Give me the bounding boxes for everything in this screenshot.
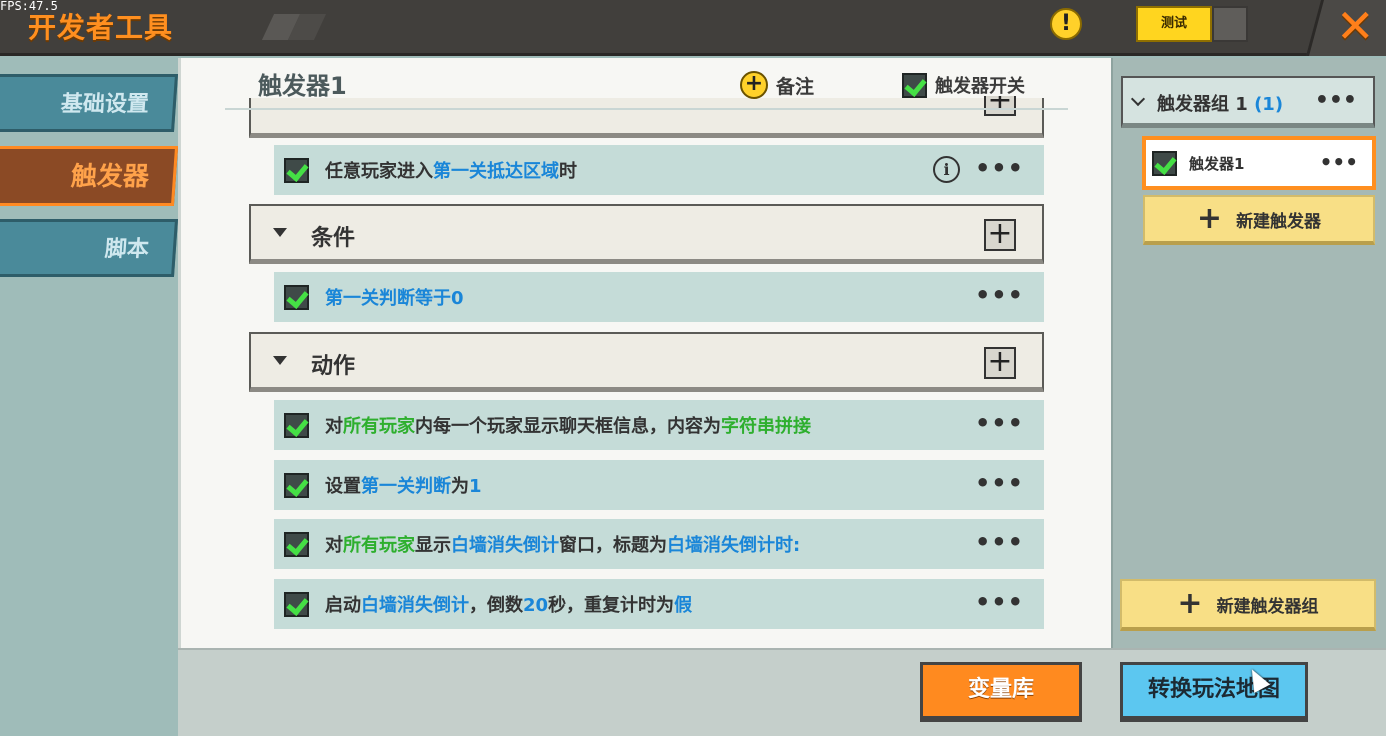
collapse-arrow-icon[interactable] [273,356,287,365]
nav-item-triggers[interactable]: 触发器 [0,146,179,206]
trigger-group-header[interactable]: 触发器组 1 (1) ••• [1121,76,1375,128]
plus-circle-icon: + [740,71,768,99]
more-icon[interactable]: ••• [975,408,1024,438]
new-trigger-label: 新建触发器 [1236,211,1322,232]
action-param-link[interactable]: 白墙消失倒计时: [667,535,800,556]
title-divider [225,108,1068,110]
nav-item-basic-settings[interactable]: 基础设置 [0,74,179,132]
action-param-link[interactable]: 白墙消失倒计 [361,595,469,616]
section-header-actions[interactable]: 动作 + [249,332,1044,392]
action-param-link[interactable]: 字符串拼接 [721,416,811,437]
trigger-list-item[interactable]: 触发器1 ••• [1142,136,1376,190]
condition-param-link[interactable]: 第一关判断等于0 [325,284,464,310]
test-toggle[interactable] [1212,6,1248,42]
plus-icon: + [1196,201,1223,236]
add-event-button[interactable]: + [984,96,1016,116]
more-icon[interactable]: ••• [975,280,1024,310]
close-icon[interactable]: ✕ [1336,2,1375,50]
more-icon[interactable]: ••• [975,527,1024,557]
action-param-link[interactable]: 白墙消失倒计 [451,535,559,556]
checkbox-icon[interactable] [1152,150,1177,176]
checkbox-icon[interactable] [284,284,309,310]
panel-title: 触发器1 [258,72,347,100]
action-text: 对所有玩家显示白墙消失倒计窗口，标题为白墙消失倒计时: [325,535,801,556]
action-text: 对所有玩家内每一个玩家显示聊天框信息，内容为字符串拼接 [325,416,811,437]
nav-item-scripts[interactable]: 脚本 [0,219,179,277]
app-title: 开发者工具 [28,11,174,44]
more-icon[interactable]: ••• [975,468,1024,498]
action-text: 设置第一关判断为1 [325,476,482,497]
action-text: 启动白墙消失倒计，倒数20秒，重复计时为假 [325,595,693,616]
action-param-link[interactable]: 第一关判断 [361,476,451,497]
plus-icon: + [1177,586,1203,621]
checkbox-icon[interactable] [284,591,309,617]
checkbox-icon[interactable] [284,472,309,498]
event-row[interactable]: 任意玩家进入第一关抵达区域时 i ••• [274,145,1044,195]
trigger-group-name: 触发器组 1 (1) [1157,94,1284,115]
section-title-actions: 动作 [311,354,356,379]
add-condition-button[interactable]: + [984,219,1016,251]
add-action-button[interactable]: + [984,347,1016,379]
add-note-button[interactable]: + 备注 [740,70,814,100]
checkbox-icon[interactable] [284,412,309,438]
action-param-link[interactable]: 所有玩家 [343,416,415,437]
event-text: 任意玩家进入第一关抵达区域时 [325,161,577,182]
new-trigger-button[interactable]: + 新建触发器 [1143,195,1375,245]
note-label: 备注 [776,75,815,98]
condition-row[interactable]: 第一关判断等于0 ••• [274,272,1044,322]
action-param-link[interactable]: 所有玩家 [343,535,415,556]
action-row[interactable]: 设置第一关判断为1 ••• [274,460,1044,510]
action-row[interactable]: 对所有玩家内每一个玩家显示聊天框信息，内容为字符串拼接 ••• [274,400,1044,450]
new-trigger-group-label: 新建触发器组 [1216,596,1319,617]
info-icon[interactable]: i [933,156,960,183]
action-row[interactable]: 对所有玩家显示白墙消失倒计窗口，标题为白墙消失倒计时: ••• [274,519,1044,569]
trigger-switch[interactable]: 触发器开关 [902,72,1025,98]
checkbox-icon[interactable] [902,72,927,98]
variable-library-button[interactable]: 变量库 [920,662,1082,722]
more-icon[interactable]: ••• [975,153,1024,183]
event-param-link[interactable]: 第一关抵达区域 [433,161,559,182]
section-title-conditions: 条件 [311,226,356,251]
warning-icon[interactable]: ! [1050,8,1082,40]
section-header-events: 事件 + [249,96,1044,138]
section-header-conditions[interactable]: 条件 + [249,204,1044,264]
new-trigger-group-button[interactable]: + 新建触发器组 [1120,579,1376,631]
trigger-item-label: 触发器1 [1189,154,1245,173]
more-icon[interactable]: ••• [975,587,1024,617]
trigger-group-count: (1) [1254,94,1284,115]
action-param-link[interactable]: 1 [469,476,482,497]
convert-map-button[interactable]: 转换玩法地图 [1120,662,1308,722]
more-icon[interactable]: ••• [1320,150,1358,174]
action-row[interactable]: 启动白墙消失倒计，倒数20秒，重复计时为假 ••• [274,579,1044,629]
test-button[interactable]: 测试 [1136,6,1212,42]
more-icon[interactable]: ••• [1315,88,1357,114]
trigger-switch-label: 触发器开关 [935,76,1025,97]
checkbox-icon[interactable] [284,531,309,557]
action-param-link[interactable]: 20 [523,595,548,616]
checkbox-icon[interactable] [284,157,309,183]
collapse-arrow-icon[interactable] [273,228,287,237]
action-param-link[interactable]: 假 [674,595,692,616]
top-bar: FPS:47.5 开发者工具 ! 测试 ✕ [0,0,1386,56]
chevron-down-icon[interactable] [1130,91,1146,107]
